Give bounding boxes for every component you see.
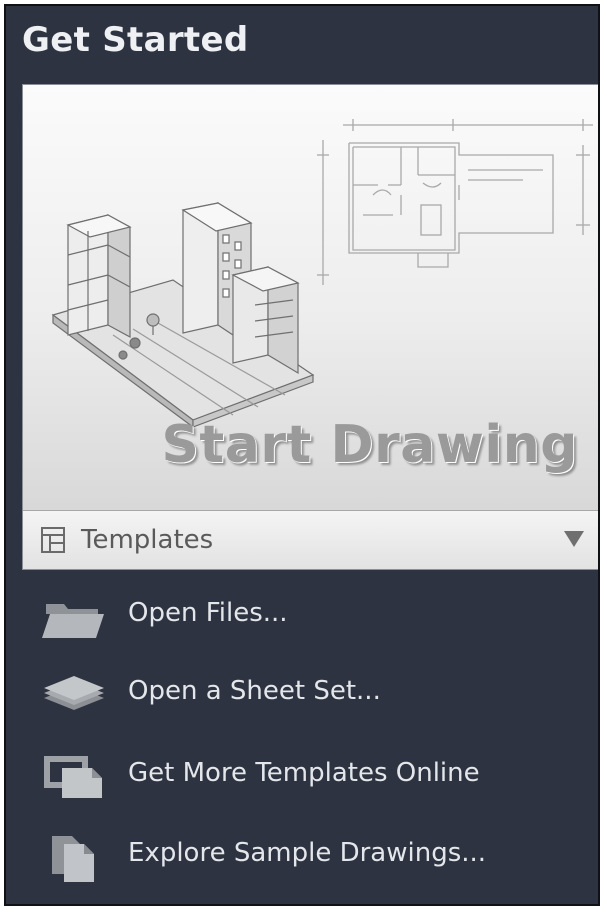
open-sheet-set-link[interactable]: Open a Sheet Set... [36,664,576,724]
explore-sample-drawings-label: Explore Sample Drawings... [128,838,487,868]
open-sheet-set-label: Open a Sheet Set... [128,676,381,706]
open-files-link[interactable]: Open Files... [36,586,576,646]
templates-dropdown[interactable]: Templates [23,510,598,569]
templates-online-icon [44,756,102,798]
floorplan-drawing [317,119,593,285]
panel-title: Get Started [22,20,249,60]
get-more-templates-label: Get More Templates Online [128,758,480,788]
open-files-label: Open Files... [128,598,288,628]
sample-drawings-icon [52,836,94,882]
start-drawing-card[interactable]: Start Drawing Templates [22,84,598,570]
folder-icon [42,604,104,638]
dropdown-caret-icon [564,531,584,547]
templates-label: Templates [81,525,214,555]
explore-sample-drawings-link[interactable]: Explore Sample Drawings... [36,826,576,886]
start-drawing-label: Start Drawing [161,415,578,475]
sheet-set-icon [44,676,104,710]
template-grid-icon [41,527,65,553]
start-drawing-button[interactable]: Start Drawing [23,85,598,510]
get-started-panel: Get Started Start Drawing Templates Open… [4,4,600,906]
city-block-drawing [51,201,315,429]
get-more-templates-link[interactable]: Get More Templates Online [36,746,576,806]
